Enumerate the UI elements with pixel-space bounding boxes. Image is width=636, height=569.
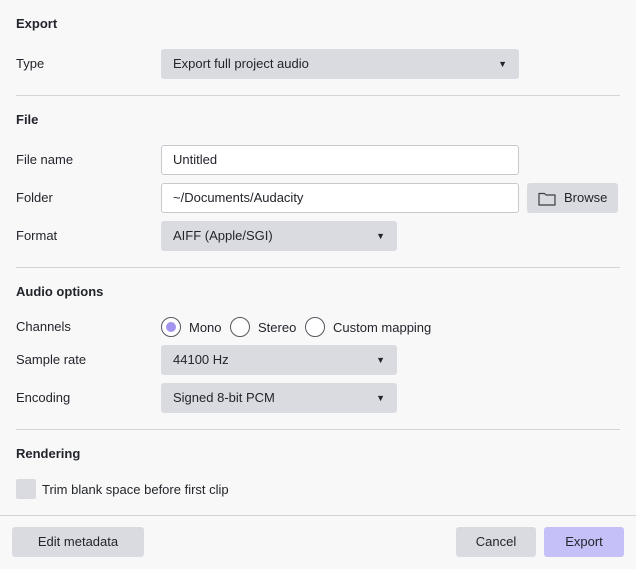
section-title-export: Export xyxy=(16,16,58,31)
browse-button[interactable]: Browse xyxy=(527,183,618,213)
divider xyxy=(16,95,620,96)
folder-label: Folder xyxy=(16,190,53,205)
radio-custom-mapping[interactable] xyxy=(305,317,325,337)
sample-rate-dropdown-value: 44100 Hz xyxy=(173,352,229,367)
file-name-label: File name xyxy=(16,152,74,167)
folder-icon xyxy=(538,192,556,206)
type-label: Type xyxy=(16,56,45,71)
divider xyxy=(16,429,620,430)
caret-down-icon: ▼ xyxy=(376,393,385,403)
caret-down-icon: ▼ xyxy=(376,355,385,365)
section-title-audio-options: Audio options xyxy=(16,284,104,299)
radio-custom-mapping-label[interactable]: Custom mapping xyxy=(333,320,431,335)
browse-button-label: Browse xyxy=(564,190,608,205)
trim-checkbox-label[interactable]: Trim blank space before first clip xyxy=(42,482,229,497)
trim-checkbox[interactable] xyxy=(16,479,36,499)
export-button[interactable]: Export xyxy=(544,527,624,557)
type-dropdown-value: Export full project audio xyxy=(173,56,309,71)
edit-metadata-button[interactable]: Edit metadata xyxy=(12,527,144,557)
format-label: Format xyxy=(16,228,58,243)
radio-mono[interactable] xyxy=(161,317,181,337)
divider xyxy=(16,267,620,268)
channels-label: Channels xyxy=(16,319,71,334)
file-name-input[interactable]: Untitled xyxy=(161,145,519,175)
section-title-file: File xyxy=(16,112,39,127)
radio-stereo[interactable] xyxy=(230,317,250,337)
sample-rate-label: Sample rate xyxy=(16,352,87,367)
section-title-rendering: Rendering xyxy=(16,446,81,461)
cancel-button[interactable]: Cancel xyxy=(456,527,536,557)
encoding-dropdown-value: Signed 8-bit PCM xyxy=(173,390,275,405)
format-dropdown[interactable]: AIFF (Apple/SGI) ▼ xyxy=(161,221,397,251)
encoding-label: Encoding xyxy=(16,390,71,405)
type-dropdown[interactable]: Export full project audio ▼ xyxy=(161,49,519,79)
radio-mono-label[interactable]: Mono xyxy=(189,320,222,335)
sample-rate-dropdown[interactable]: 44100 Hz ▼ xyxy=(161,345,397,375)
format-dropdown-value: AIFF (Apple/SGI) xyxy=(173,228,273,243)
caret-down-icon: ▼ xyxy=(498,59,507,69)
encoding-dropdown[interactable]: Signed 8-bit PCM ▼ xyxy=(161,383,397,413)
caret-down-icon: ▼ xyxy=(376,231,385,241)
folder-input[interactable]: ~/Documents/Audacity xyxy=(161,183,519,213)
radio-stereo-label[interactable]: Stereo xyxy=(258,320,296,335)
